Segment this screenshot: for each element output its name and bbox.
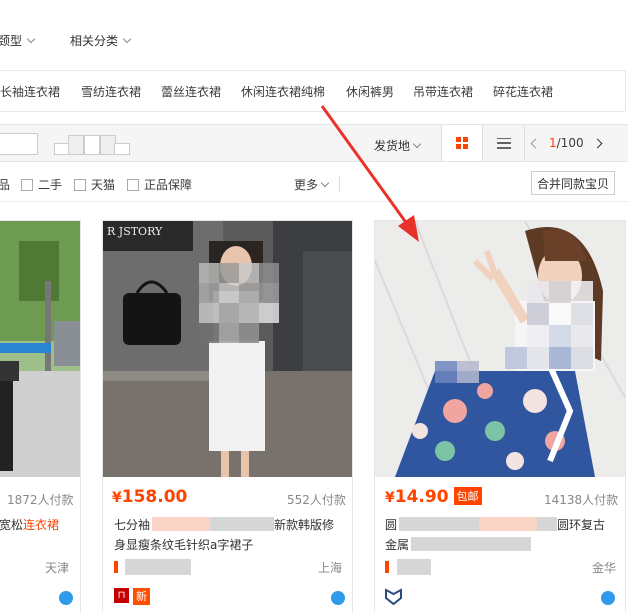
list-view-button[interactable] [484, 125, 524, 161]
grid-view-button[interactable] [442, 125, 482, 161]
category-dropdown[interactable]: 相关分类 [70, 32, 132, 49]
product-title[interactable]: 七分袖 新款韩版修 身显瘦条纹毛针织a字裙子 [114, 515, 349, 555]
title-text: 宽松 [0, 518, 24, 532]
wangwang-chat-icon[interactable] [601, 591, 615, 605]
shield-badge-icon [385, 588, 402, 605]
wangwang-chat-icon[interactable] [331, 591, 345, 605]
image-brand-text: R JSTORY [107, 225, 163, 238]
chevron-down-icon [320, 178, 330, 188]
keyword-link[interactable]: 雪纺连衣裙 [81, 83, 141, 100]
ship-location: 天津 [45, 561, 70, 575]
price-range-input[interactable] [0, 133, 38, 155]
pager-current: 1 [549, 136, 557, 150]
title-highlight: 连衣裙 [23, 518, 60, 532]
list-icon [497, 137, 511, 149]
product-price: ¥14.90 包邮 [385, 487, 482, 507]
next-page-icon[interactable] [592, 138, 603, 148]
shop-icon [114, 561, 118, 573]
checkbox[interactable] [127, 178, 139, 191]
pager: 1/100 [530, 136, 603, 150]
title-text: 圆环复古 [557, 518, 606, 532]
sort-toolbar: 发货地 1/100 [0, 124, 628, 162]
price-value: 14.90 [394, 487, 449, 507]
title-text: 圆 [385, 518, 398, 532]
keyword-link[interactable]: 休闲连衣裙纯棉 [241, 83, 325, 100]
checkbox-tmall[interactable]: 天猫 [74, 176, 115, 193]
shipping-location-label: 发货地 [374, 139, 411, 153]
checkbox[interactable] [21, 178, 33, 191]
shipping-location-dropdown[interactable]: 发货地 [374, 137, 422, 154]
checkbox[interactable] [74, 178, 86, 191]
currency-symbol: ¥ [385, 490, 395, 506]
pager-total: /100 [556, 136, 584, 150]
title-text: 金属 [385, 538, 410, 552]
tmall-badge-icon: ⊓ [114, 588, 129, 603]
type-dropdown-label: 颈型 [0, 34, 23, 48]
filter-row: 颈型 相关分类 [0, 22, 628, 58]
price-value: 158.00 [121, 487, 188, 507]
currency-symbol: ¥ [112, 490, 122, 506]
checkbox-label: 正品保障 [144, 178, 193, 192]
shop-icon [385, 561, 389, 573]
checkbox-genuine[interactable]: 正品保障 [127, 176, 192, 193]
product-image[interactable] [0, 221, 80, 477]
checkbox-label: 天猫 [91, 178, 116, 192]
new-badge-icon: 新 [133, 588, 150, 605]
keyword-link[interactable]: 长袖连衣裙 [0, 83, 60, 100]
title-text: 新款韩版修 [274, 518, 335, 532]
product-title[interactable]: 圆 圆环复古 金属 [385, 515, 621, 555]
sales-count: 552人付款 [287, 493, 346, 507]
chevron-down-icon [412, 139, 422, 149]
product-price: ¥158.00 [112, 487, 187, 507]
product-image[interactable] [375, 221, 625, 477]
product-card[interactable]: 1872人付款 宽松连衣裙 天津 [0, 220, 81, 612]
related-keywords-bar: 长袖连衣裙 雪纺连衣裙 蕾丝连衣裙 休闲连衣裙纯棉 休闲裤男 吊带连衣裙 碎花连… [0, 70, 626, 112]
more-label: 更多 [294, 178, 319, 192]
grid-icon [456, 137, 468, 149]
chevron-down-icon [122, 34, 132, 44]
product-card[interactable]: ¥14.90 包邮 14138人付款 圆 圆环复古 金属 金华 [374, 220, 626, 612]
filter-checkbox-row: 品 二手 天猫 正品保障 更多 合并同款宝贝 [0, 166, 628, 202]
title-text: 身显瘦条纹毛针织a字裙子 [114, 538, 254, 552]
checkbox-label: 品 [0, 178, 11, 192]
product-image[interactable]: R JSTORY [103, 221, 352, 477]
more-dropdown[interactable]: 更多 [294, 176, 330, 193]
checkbox-label: 二手 [38, 178, 63, 192]
keyword-link[interactable]: 休闲裤男 [346, 83, 394, 100]
merge-same-items-button[interactable]: 合并同款宝贝 [531, 171, 615, 195]
chevron-down-icon [26, 34, 36, 44]
keyword-link[interactable]: 碎花连衣裙 [493, 83, 553, 100]
wangwang-chat-icon[interactable] [59, 591, 73, 605]
ship-location: 金华 [592, 561, 617, 575]
prev-page-icon[interactable] [530, 138, 541, 148]
category-dropdown-label: 相关分类 [70, 34, 119, 48]
product-title[interactable]: 宽松连衣裙 [0, 515, 59, 535]
checkbox-secondhand[interactable]: 二手 [21, 176, 62, 193]
product-card[interactable]: R JSTORY ¥158.00 552人付款 七分袖 新款韩版修 身显瘦条纹毛… [102, 220, 353, 612]
type-dropdown[interactable]: 颈型 [0, 32, 36, 49]
keyword-link[interactable]: 吊带连衣裙 [413, 83, 473, 100]
sales-count: 1872人付款 [7, 493, 74, 507]
title-text: 七分袖 [114, 518, 151, 532]
checkbox-item[interactable]: 品 [0, 176, 10, 193]
ship-location: 上海 [318, 561, 343, 575]
sales-count: 14138人付款 [544, 493, 619, 507]
price-histogram[interactable] [54, 135, 130, 155]
keyword-link[interactable]: 蕾丝连衣裙 [161, 83, 221, 100]
free-shipping-badge: 包邮 [453, 487, 482, 505]
